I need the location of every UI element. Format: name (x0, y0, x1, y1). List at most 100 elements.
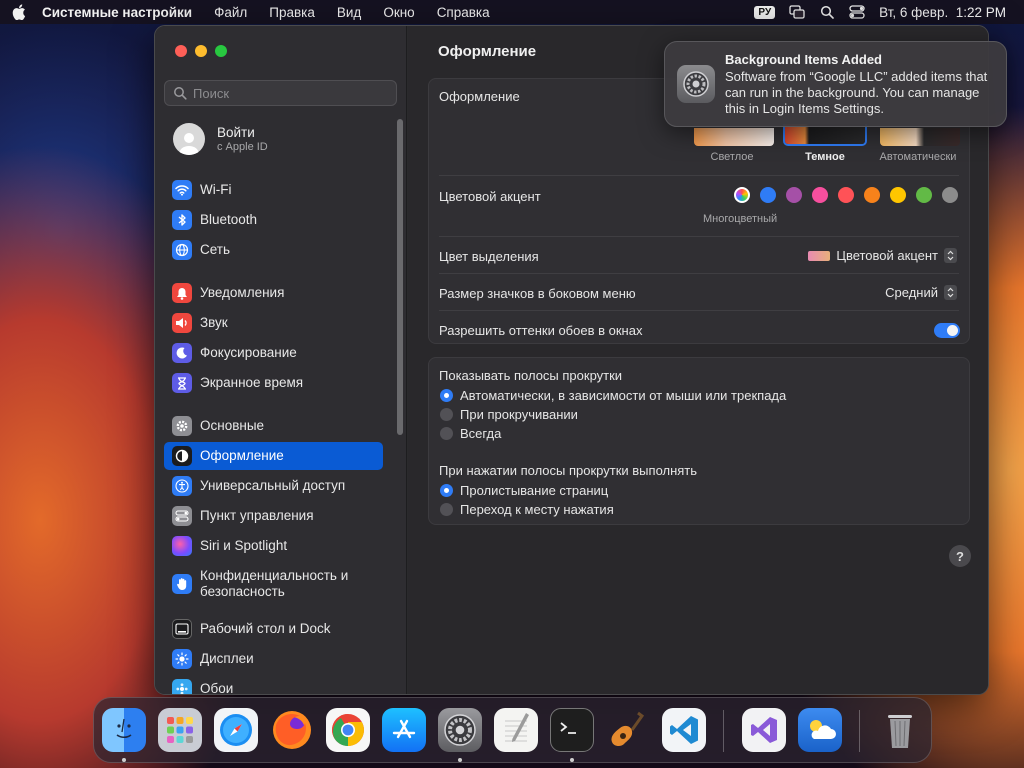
wallpaper-icon (172, 679, 192, 694)
control-center-icon[interactable] (849, 4, 865, 20)
menu-edit[interactable]: Правка (269, 5, 315, 20)
sidebar-item-focus[interactable]: Фокусирование (164, 339, 383, 367)
dock-separator (723, 710, 724, 752)
sidebar-item-label: Фокусирование (200, 345, 297, 360)
sidebar-item-label: Bluetooth (200, 212, 258, 227)
running-indicator (458, 758, 462, 762)
vscode-icon[interactable] (662, 708, 706, 752)
sidebar-item-bluetooth[interactable]: Bluetooth (164, 206, 383, 234)
menu-view[interactable]: Вид (337, 5, 361, 20)
radio-label: Всегда (460, 426, 502, 441)
app-store-icon[interactable] (382, 708, 426, 752)
accent-blue-swatch[interactable] (760, 187, 776, 203)
wallpaper-tinting-toggle[interactable] (934, 323, 960, 338)
accent-multicolor-swatch[interactable] (734, 187, 750, 203)
menu-app-name[interactable]: Системные настройки (42, 5, 192, 20)
theme-dark-option[interactable] (783, 124, 867, 146)
notification-body: Software from “Google LLC” added items t… (725, 69, 988, 116)
divider (439, 236, 959, 237)
visual-studio-icon[interactable] (742, 708, 786, 752)
menu-file[interactable]: Файл (214, 5, 247, 20)
menu-window[interactable]: Окно (383, 5, 414, 20)
sidebar-item-accessibility[interactable]: Универсальный доступ (164, 472, 383, 500)
running-indicator (122, 758, 126, 762)
garageband-icon[interactable] (606, 708, 650, 752)
apple-menu-icon[interactable] (10, 3, 28, 21)
sidebar-icon-size-popup[interactable]: Средний (885, 285, 957, 300)
moon-icon (172, 343, 192, 363)
highlight-swatch (808, 250, 831, 261)
sidebar-item-appearance[interactable]: Оформление (164, 442, 383, 470)
highlight-color-popup[interactable]: Цветовой акцент (808, 248, 957, 263)
accent-pink-swatch[interactable] (812, 187, 828, 203)
click-jump-page-radio[interactable]: Пролистывание страниц (440, 483, 608, 498)
safari-icon[interactable] (214, 708, 258, 752)
bluetooth-icon (172, 210, 192, 230)
click-jump-spot-radio[interactable]: Переход к месту нажатия (440, 502, 614, 517)
apple-id-signin[interactable]: Войти с Apple ID (173, 123, 268, 155)
launchpad-icon[interactable] (158, 708, 202, 752)
firefox-icon[interactable] (270, 708, 314, 752)
accent-red-swatch[interactable] (838, 187, 854, 203)
sidebar-scrollbar[interactable] (397, 119, 403, 435)
radio-label: Переход к месту нажатия (460, 502, 614, 517)
radio-label: Пролистывание страниц (460, 483, 609, 498)
help-button[interactable]: ? (949, 545, 971, 567)
accent-yellow-swatch[interactable] (890, 187, 906, 203)
input-source-indicator[interactable]: РУ (754, 5, 776, 19)
weather-icon[interactable] (798, 708, 842, 752)
radio-selected-icon (440, 389, 453, 402)
appearance-icon (172, 446, 192, 466)
sidebar-item-sound[interactable]: Звук (164, 309, 383, 337)
sidebar-item-wifi[interactable]: Wi-Fi (164, 176, 383, 204)
textedit-icon[interactable] (494, 708, 538, 752)
accent-purple-swatch[interactable] (786, 187, 802, 203)
hand-icon (172, 574, 192, 594)
radio-unselected-icon (440, 427, 453, 440)
sidebar-item-network[interactable]: Сеть (164, 236, 383, 264)
sidebar-item-label: Сеть (200, 242, 231, 257)
chrome-icon[interactable] (326, 708, 370, 752)
search-input[interactable] (193, 85, 383, 101)
notification-banner[interactable]: Background Items Added Software from “Go… (664, 41, 1007, 127)
minimize-window-button[interactable] (195, 45, 207, 57)
spotlight-search-icon[interactable] (819, 4, 835, 20)
sun-icon (172, 649, 192, 669)
trash-icon[interactable] (878, 708, 922, 752)
menu-clock[interactable]: Вт, 6 февр. 1:22 PM (879, 5, 1006, 20)
search-field[interactable] (164, 80, 397, 106)
radio-selected-icon (440, 484, 453, 497)
zoom-window-button[interactable] (215, 45, 227, 57)
sidebar-item-label: Обои (200, 681, 234, 695)
sidebar-item-siri-spotlight[interactable]: Siri и Spotlight (164, 532, 383, 560)
sidebar-item-screen-time[interactable]: Экранное время (164, 369, 383, 397)
sidebar-item-privacy-security[interactable]: Конфиденциальность и безопасность (164, 566, 383, 602)
screen-mirroring-icon[interactable] (789, 4, 805, 20)
scrollbars-when-scrolling-radio[interactable]: При прокручивании (440, 407, 578, 422)
sidebar-item-label: Оформление (200, 448, 284, 463)
sidebar-item-desktop-dock[interactable]: Рабочий стол и Dock (164, 615, 383, 643)
system-settings-dock-icon[interactable] (438, 708, 482, 752)
sidebar-item-general[interactable]: Основные (164, 412, 383, 440)
globe-icon (172, 240, 192, 260)
scrollbars-always-radio[interactable]: Всегда (440, 426, 501, 441)
highlight-color-label: Цвет выделения (439, 249, 539, 264)
scrollbars-automatic-radio[interactable]: Автоматически, в зависимости от мыши или… (440, 388, 786, 403)
sidebar-item-notifications[interactable]: Уведомления (164, 279, 383, 307)
sidebar-item-control-center[interactable]: Пункт управления (164, 502, 383, 530)
finder-icon[interactable] (102, 708, 146, 752)
terminal-icon[interactable] (550, 708, 594, 752)
accent-green-swatch[interactable] (916, 187, 932, 203)
wallpaper-tinting-label: Разрешить оттенки обоев в окнах (439, 323, 643, 338)
page-title: Оформление (438, 43, 537, 60)
accent-graphite-swatch[interactable] (942, 187, 958, 203)
sidebar-item-displays[interactable]: Дисплеи (164, 645, 383, 673)
theme-auto-option[interactable] (880, 128, 960, 146)
menu-help[interactable]: Справка (437, 5, 490, 20)
accent-orange-swatch[interactable] (864, 187, 880, 203)
close-window-button[interactable] (175, 45, 187, 57)
sidebar-item-wallpaper[interactable]: Обои (164, 675, 383, 695)
divider (439, 310, 959, 311)
theme-light-option[interactable] (694, 128, 774, 146)
running-indicator (570, 758, 574, 762)
